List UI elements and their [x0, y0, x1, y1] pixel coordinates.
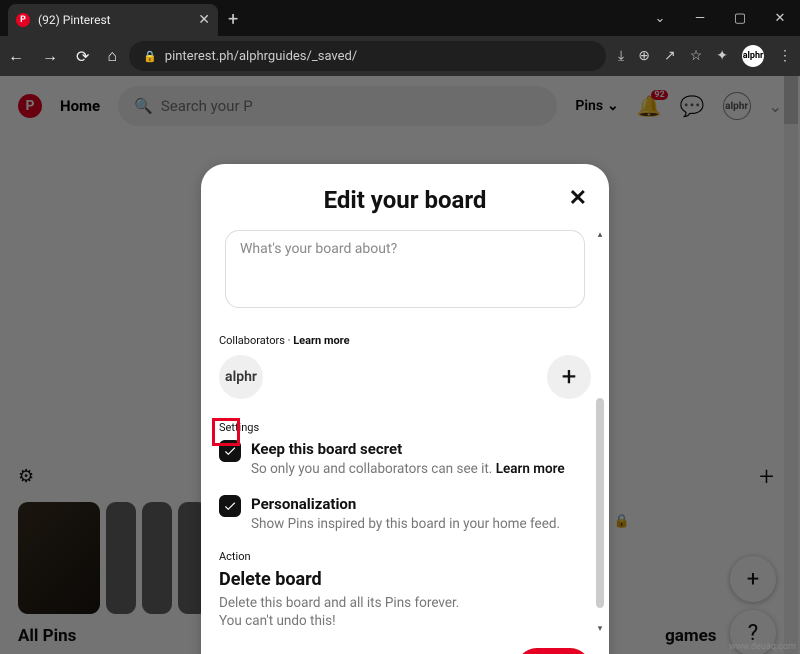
personalization-title: Personalization [251, 495, 560, 513]
edit-board-modal: Edit your board ✕ What's your board abou… [201, 164, 609, 654]
learn-more-link[interactable]: Learn more [496, 461, 565, 477]
checkmark-icon [223, 499, 237, 513]
minimize-icon[interactable]: — [680, 0, 720, 36]
collaborator-avatar[interactable]: alphr [219, 355, 263, 399]
browser-tab[interactable]: P (92) Pinterest ✕ [8, 4, 218, 36]
star-icon[interactable]: ☆ [690, 48, 703, 64]
action-label: Action [219, 550, 591, 563]
checkmark-icon [223, 444, 237, 458]
secret-board-setting[interactable]: Keep this board secret So only you and c… [219, 440, 591, 477]
extensions-icon[interactable]: ✦ [716, 48, 728, 64]
install-icon[interactable]: ⤓ [618, 48, 624, 64]
url-text: pinterest.ph/alphrguides/_saved/ [165, 49, 357, 64]
personalization-setting[interactable]: Personalization Show Pins inspired by th… [219, 495, 591, 532]
personalization-checkbox[interactable] [219, 495, 241, 517]
reload-icon[interactable]: ⟳ [76, 47, 89, 66]
tab-title: (92) Pinterest [38, 13, 190, 27]
new-tab-button[interactable]: + [218, 9, 248, 36]
pinterest-favicon: P [16, 13, 30, 27]
close-window-icon[interactable]: ✕ [760, 0, 800, 36]
secret-title: Keep this board secret [251, 440, 565, 458]
close-icon[interactable]: ✕ [569, 186, 587, 211]
lock-icon: 🔒 [143, 50, 157, 63]
learn-more-link[interactable]: Learn more [293, 334, 349, 347]
add-collaborator-button[interactable]: + [547, 355, 591, 399]
address-bar[interactable]: 🔒 pinterest.ph/alphrguides/_saved/ [129, 41, 606, 71]
watermark: www.deuaq.com [729, 642, 796, 652]
forward-icon[interactable]: → [42, 46, 58, 66]
menu-icon[interactable]: ⋮ [778, 48, 792, 64]
home-icon[interactable]: ⌂ [107, 46, 117, 66]
description-input[interactable]: What's your board about? [225, 230, 585, 308]
back-icon[interactable]: ← [8, 46, 24, 66]
chevron-down-icon[interactable]: ⌄ [640, 0, 680, 36]
maximize-icon[interactable]: ▢ [720, 0, 760, 36]
settings-label: Settings [219, 421, 591, 434]
secret-checkbox[interactable] [219, 440, 241, 462]
modal-scrollbar-thumb[interactable] [596, 398, 604, 608]
done-button[interactable]: Done [516, 648, 591, 654]
modal-title: Edit your board [324, 186, 487, 214]
delete-board-action[interactable]: Delete board Delete this board and all i… [219, 569, 591, 630]
scroll-down-arrow[interactable]: ▾ [595, 624, 605, 634]
zoom-icon[interactable]: ⊕ [638, 48, 650, 64]
personalization-subtitle: Show Pins inspired by this board in your… [251, 516, 560, 532]
scroll-up-arrow[interactable]: ▴ [595, 230, 605, 240]
collaborators-label: Collaborators [219, 334, 285, 347]
close-tab-icon[interactable]: ✕ [198, 12, 210, 28]
modal-scrollbar[interactable]: ▴ ▾ [595, 230, 605, 634]
share-icon[interactable]: ↗ [664, 48, 676, 64]
profile-avatar[interactable]: alphr [742, 45, 764, 67]
delete-title: Delete board [219, 569, 591, 590]
